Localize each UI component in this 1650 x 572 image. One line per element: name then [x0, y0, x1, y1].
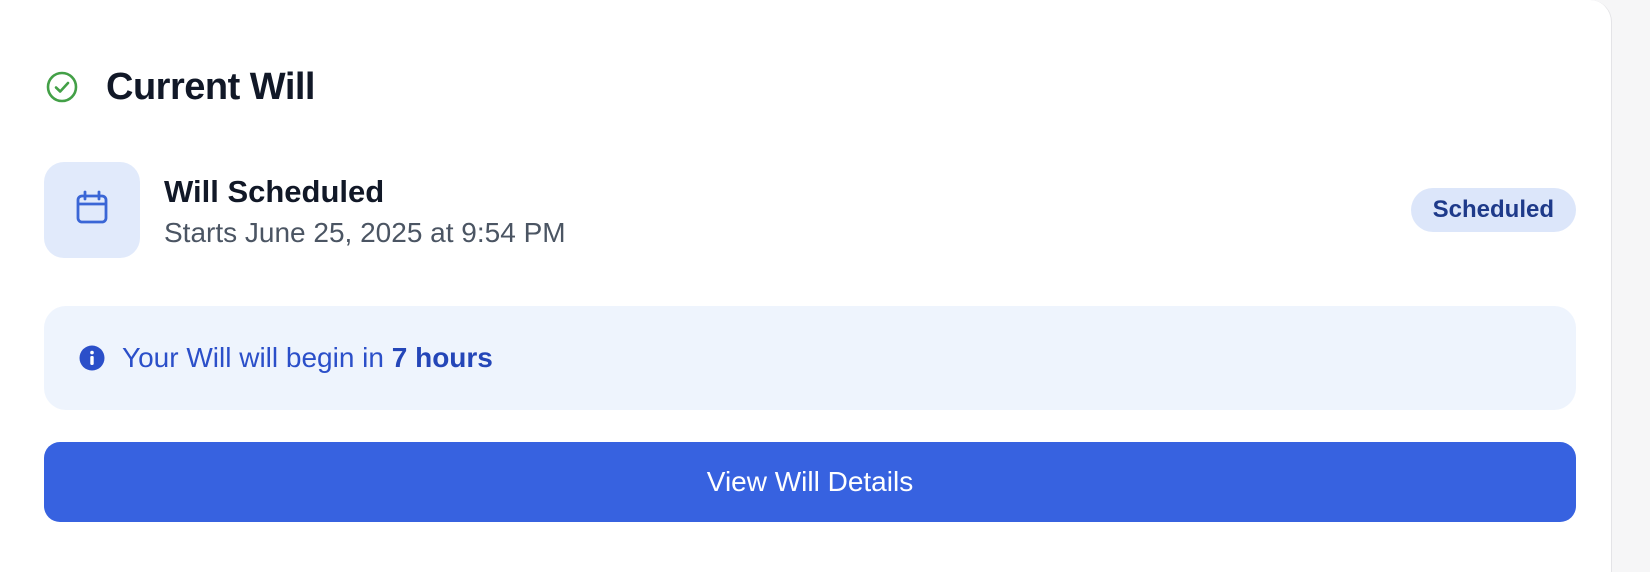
schedule-start-date: Starts June 25, 2025 at 9:54 PM [164, 217, 566, 248]
card-header: Current Will [44, 64, 316, 110]
schedule-row: Will Scheduled Starts June 25, 2025 at 9… [44, 162, 1576, 258]
info-banner: Your Will will begin in 7 hours [44, 306, 1576, 410]
info-icon [78, 344, 106, 372]
view-will-details-button[interactable]: View Will Details [44, 442, 1576, 522]
check-circle-icon [44, 69, 80, 105]
page-title: Current Will [106, 65, 316, 108]
status-badge: Scheduled [1410, 188, 1576, 232]
calendar-icon [74, 190, 110, 231]
info-message-duration: 7 hours [391, 342, 493, 373]
current-will-card: Current Will Will Scheduled Starts June … [0, 0, 1612, 572]
info-message-prefix: Your Will will begin in [122, 342, 392, 373]
schedule-title: Will Scheduled [164, 174, 385, 209]
calendar-tile [44, 162, 140, 258]
info-message: Your Will will begin in 7 hours [122, 342, 493, 374]
